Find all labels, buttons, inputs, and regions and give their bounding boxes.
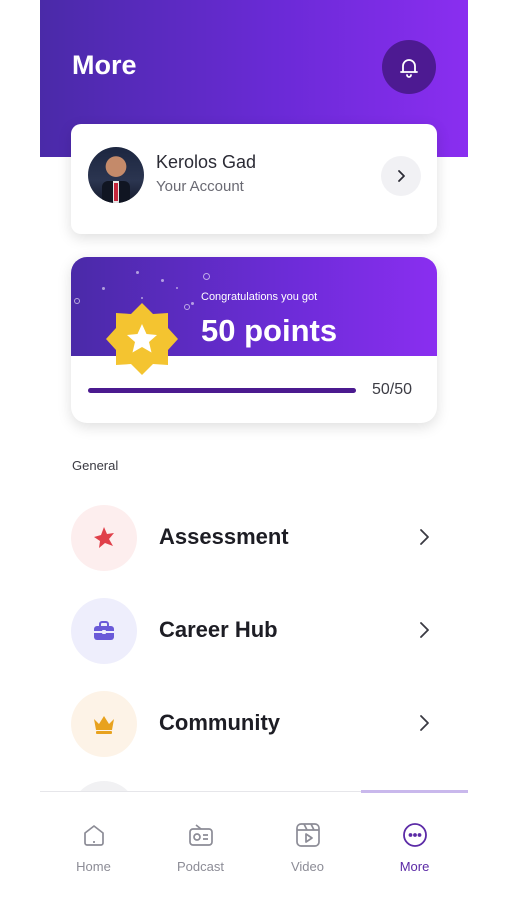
- section-label-general: General: [72, 458, 119, 473]
- star-burst-icon: [94, 527, 114, 548]
- menu-item-career-hub[interactable]: Career Hub: [40, 596, 468, 666]
- star-badge-icon: [106, 303, 178, 375]
- home-icon: [84, 825, 104, 846]
- points-progress-bar: [88, 388, 356, 393]
- chevron-right-icon: [420, 715, 429, 731]
- points-progress-fill: [88, 388, 356, 393]
- points-progress-text: 50/50: [372, 381, 413, 398]
- more-icon: [403, 823, 427, 847]
- chevron-right-icon: [398, 170, 405, 182]
- menu-label-career-hub: Career Hub: [159, 617, 278, 642]
- points-headline: 50 points: [201, 313, 338, 348]
- bottom-nav: Home Podcast Video More: [40, 790, 468, 900]
- more-screen: More Kerolos Gad Your Account Congratula…: [40, 0, 468, 900]
- briefcase-icon: [94, 621, 114, 640]
- menu-label-assessment: Assessment: [159, 524, 289, 549]
- nav-more[interactable]: More: [361, 792, 468, 892]
- account-open-button[interactable]: [381, 156, 421, 196]
- nav-label-home: Home: [76, 859, 111, 874]
- account-name: Kerolos Gad: [156, 152, 257, 172]
- podcast-icon: [189, 824, 213, 846]
- points-card: Congratulations you got 50 points 50/50: [71, 257, 437, 423]
- avatar: [88, 147, 144, 203]
- menu-label-community: Community: [159, 710, 280, 735]
- career-hub-icon-wrap: [71, 598, 137, 664]
- assessment-icon-wrap: [71, 505, 137, 571]
- chevron-right-icon: [420, 622, 429, 638]
- crown-icon: [94, 716, 114, 734]
- congrats-text: Congratulations you got: [201, 291, 318, 303]
- nav-label-podcast: Podcast: [177, 859, 224, 874]
- menu-item-community[interactable]: Community: [40, 689, 468, 759]
- chevron-right-icon: [420, 529, 429, 545]
- community-icon-wrap: [71, 691, 137, 757]
- account-subtitle: Your Account: [156, 178, 244, 195]
- nav-video[interactable]: Video: [254, 792, 361, 892]
- nav-home[interactable]: Home: [40, 792, 147, 892]
- nav-podcast[interactable]: Podcast: [147, 792, 254, 892]
- nav-label-video: Video: [290, 859, 324, 874]
- bell-icon: [400, 59, 418, 78]
- account-card[interactable]: Kerolos Gad Your Account: [71, 124, 437, 234]
- notifications-button[interactable]: [382, 40, 436, 94]
- page-title: More: [72, 50, 137, 80]
- nav-label-more: More: [399, 859, 430, 874]
- menu-item-assessment[interactable]: Assessment: [40, 503, 468, 573]
- video-icon: [296, 823, 320, 847]
